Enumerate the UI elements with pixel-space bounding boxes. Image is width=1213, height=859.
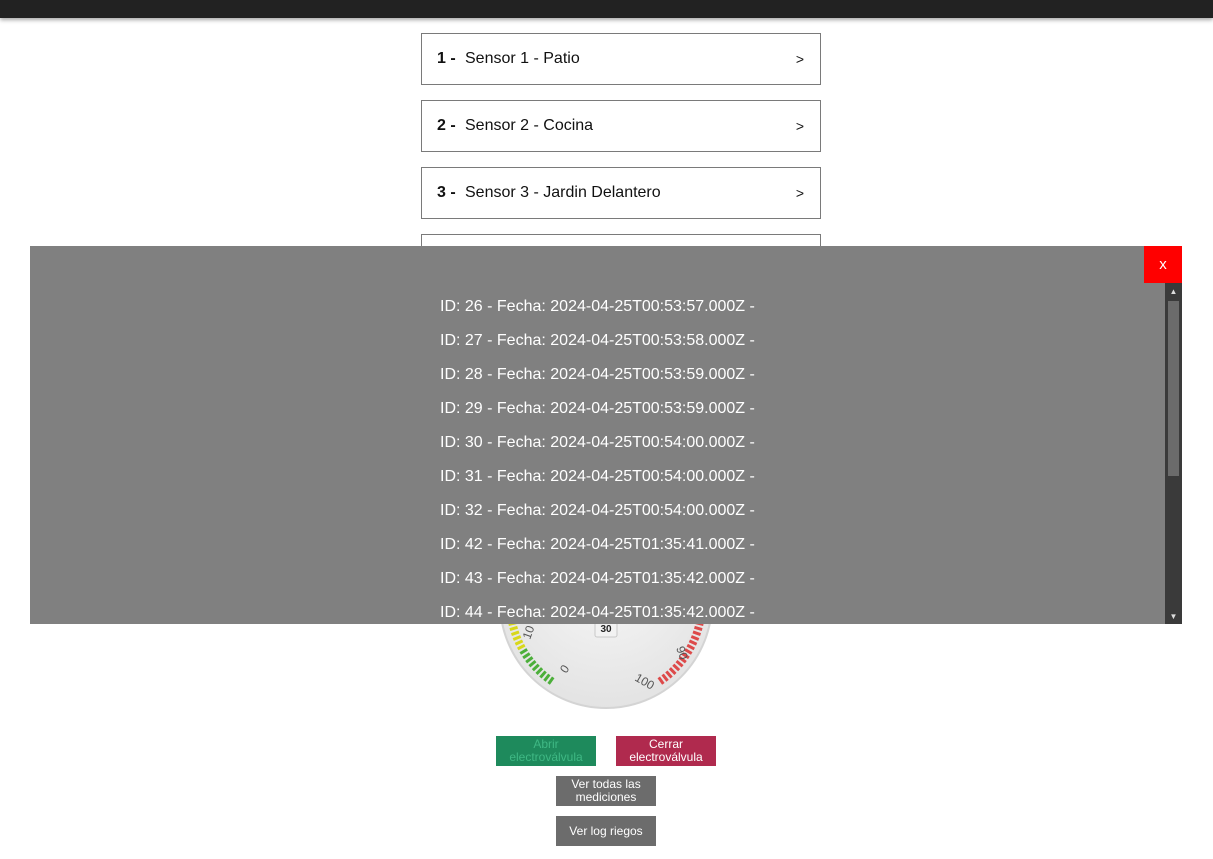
sensor-number: 1 - [437, 50, 456, 67]
scroll-down-arrow-icon[interactable]: ▼ [1165, 608, 1182, 624]
gauge-tick [694, 625, 703, 632]
open-valve-button[interactable]: Abrir electroválvula [496, 736, 596, 766]
gauge-tick [509, 625, 518, 632]
sensor-item-2[interactable]: 2 - Sensor 2 - Cocina > [421, 100, 821, 152]
view-all-measurements-button[interactable]: Ver todas las mediciones [556, 776, 656, 806]
measurement-row: ID: 27 - Fecha: 2024-04-25T00:53:58.000Z… [440, 332, 755, 349]
modal-scrollbar[interactable]: ▲ ▼ [1165, 283, 1182, 624]
measurement-row: ID: 29 - Fecha: 2024-04-25T00:53:59.000Z… [440, 400, 755, 417]
sensor-list: 1 - Sensor 1 - Patio > 2 - Sensor 2 - Co… [421, 33, 821, 270]
close-valve-button[interactable]: Cerrar electroválvula [616, 736, 716, 766]
sensor-item-3[interactable]: 3 - Sensor 3 - Jardin Delantero > [421, 167, 821, 219]
measurement-row: ID: 44 - Fecha: 2024-04-25T01:35:42.000Z… [440, 604, 755, 621]
view-irrigation-log-button[interactable]: Ver log riegos [556, 816, 656, 846]
measurement-row: ID: 42 - Fecha: 2024-04-25T01:35:41.000Z… [440, 536, 755, 553]
chevron-right-icon: > [795, 51, 804, 67]
scroll-thumb[interactable] [1168, 301, 1179, 476]
sensor-name: Sensor 1 - Patio [465, 50, 580, 67]
sensor-number: 2 - [437, 117, 456, 134]
top-bar [0, 0, 1213, 18]
sensor-item-1[interactable]: 1 - Sensor 1 - Patio > [421, 33, 821, 85]
chevron-right-icon: > [795, 185, 804, 201]
sensor-name: Sensor 2 - Cocina [465, 117, 594, 134]
measurement-row: ID: 26 - Fecha: 2024-04-25T00:53:57.000Z… [440, 298, 755, 315]
measurements-list: ID: 26 - Fecha: 2024-04-25T00:53:57.000Z… [440, 296, 1140, 624]
measurement-row: ID: 28 - Fecha: 2024-04-25T00:53:59.000Z… [440, 366, 755, 383]
chevron-right-icon: > [795, 118, 804, 134]
gauge-value: 30 [600, 624, 612, 635]
sensor-name: Sensor 3 - Jardin Delantero [465, 184, 661, 201]
measurement-row: ID: 43 - Fecha: 2024-04-25T01:35:42.000Z… [440, 570, 755, 587]
measurement-row: ID: 30 - Fecha: 2024-04-25T00:54:00.000Z… [440, 434, 755, 451]
sensor-number: 3 - [437, 184, 456, 201]
measurement-row: ID: 32 - Fecha: 2024-04-25T00:54:00.000Z… [440, 502, 755, 519]
measurements-modal: x ID: 26 - Fecha: 2024-04-25T00:53:57.00… [30, 246, 1182, 624]
close-modal-button[interactable]: x [1144, 246, 1182, 283]
measurement-row: ID: 31 - Fecha: 2024-04-25T00:54:00.000Z… [440, 468, 755, 485]
scroll-up-arrow-icon[interactable]: ▲ [1165, 283, 1182, 299]
